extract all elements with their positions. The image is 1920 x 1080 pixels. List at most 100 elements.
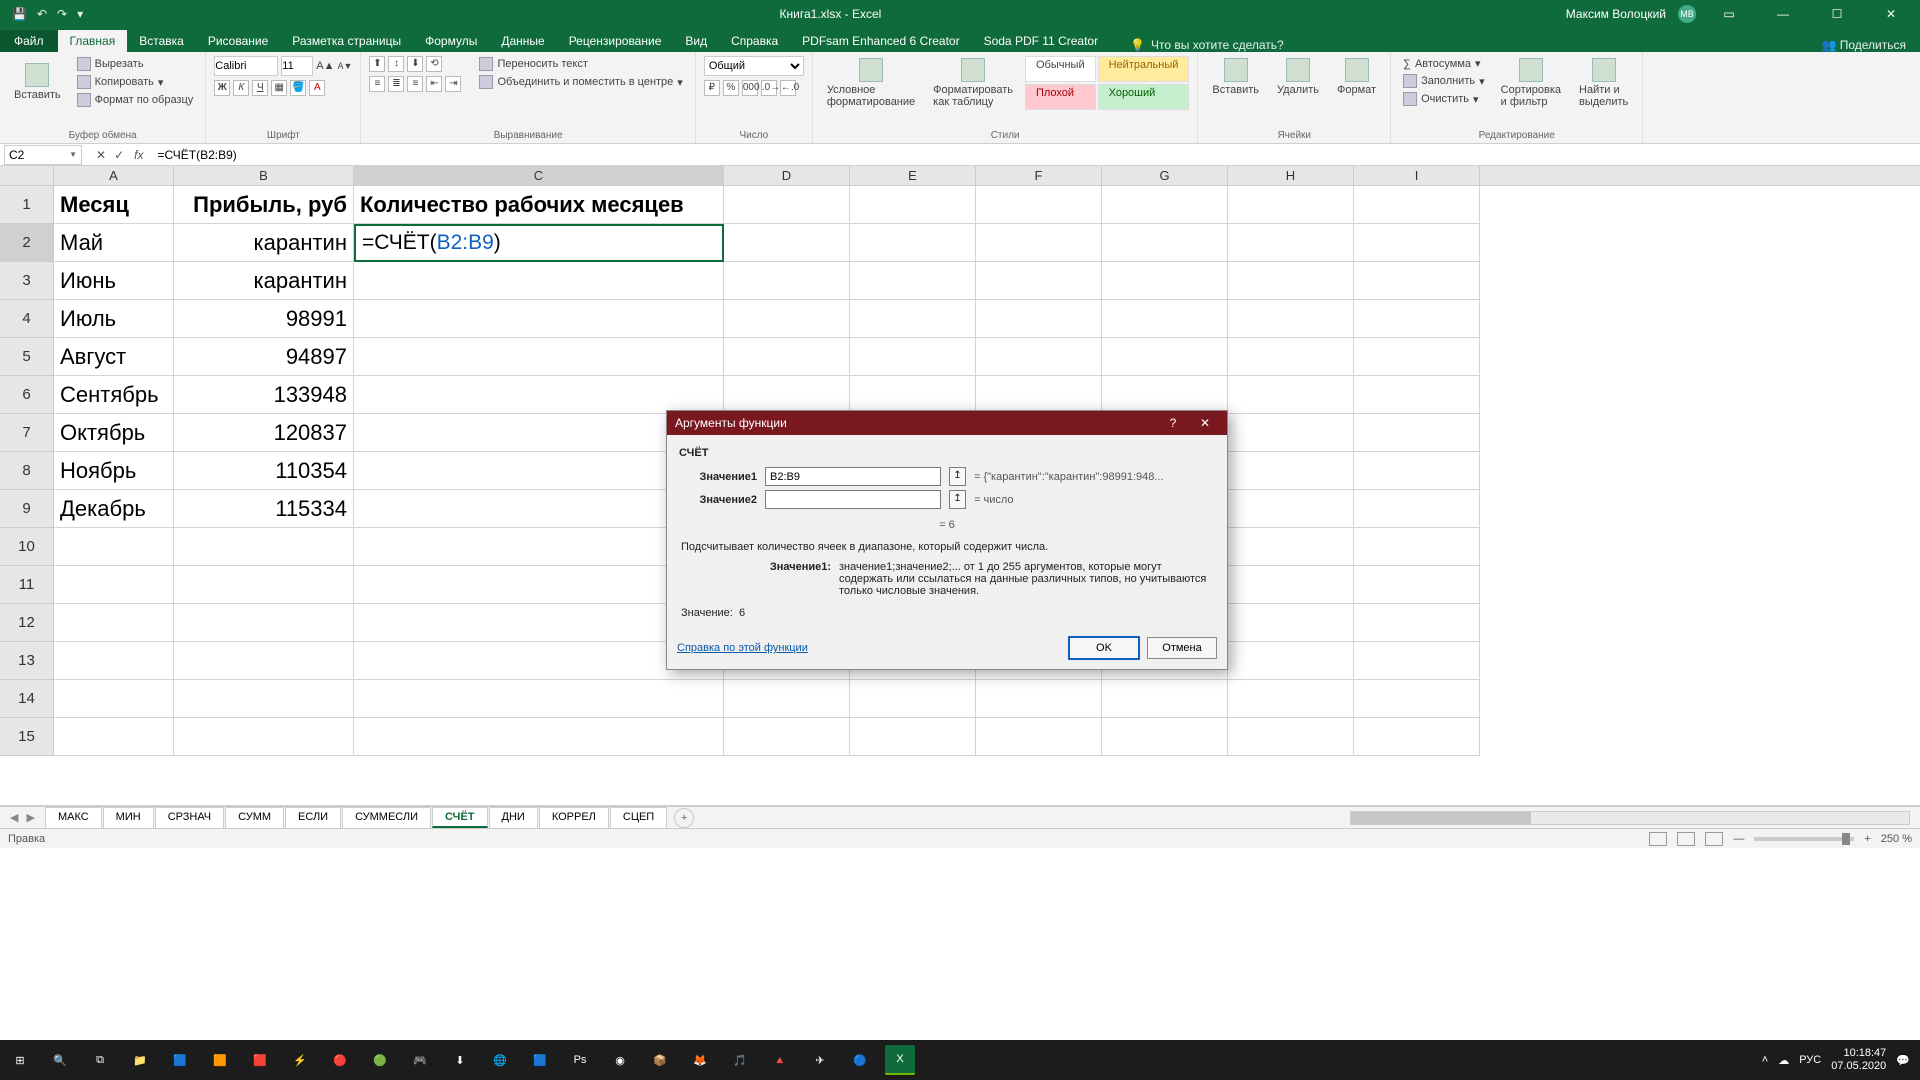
cell[interactable]	[354, 338, 724, 376]
bold-button[interactable]: Ж	[214, 80, 230, 96]
cell[interactable]: Август	[54, 338, 174, 376]
format-as-table-button[interactable]: Форматировать как таблицу	[927, 56, 1019, 110]
cell[interactable]	[174, 642, 354, 680]
page-layout-view-icon[interactable]	[1677, 832, 1695, 846]
cell[interactable]	[174, 566, 354, 604]
cell[interactable]	[976, 300, 1102, 338]
cell[interactable]	[54, 566, 174, 604]
ribbon-options-icon[interactable]: ▭	[1708, 0, 1750, 28]
copy-button[interactable]: Копировать ▾	[73, 74, 198, 90]
fx-icon[interactable]: fx	[134, 148, 151, 162]
cell[interactable]: 98991	[174, 300, 354, 338]
arg2-range-picker-icon[interactable]: ↥	[949, 490, 966, 509]
cell[interactable]	[1354, 566, 1480, 604]
cell[interactable]	[850, 300, 976, 338]
cell[interactable]	[976, 718, 1102, 756]
cell[interactable]	[976, 262, 1102, 300]
cell[interactable]	[724, 680, 850, 718]
tell-me[interactable]: 💡 Что вы хотите сделать?	[1130, 38, 1284, 52]
cell[interactable]: 120837	[174, 414, 354, 452]
cell[interactable]: Июнь	[54, 262, 174, 300]
cell[interactable]: Количество рабочих месяцев	[354, 186, 724, 224]
col-header-G[interactable]: G	[1102, 166, 1228, 185]
app-icon[interactable]: 🟦	[165, 1045, 195, 1075]
tab-review[interactable]: Рецензирование	[557, 30, 674, 52]
cell[interactable]	[1228, 452, 1354, 490]
excel-icon[interactable]: X	[885, 1045, 915, 1075]
row-header[interactable]: 12	[0, 604, 54, 642]
app-icon[interactable]: 📦	[645, 1045, 675, 1075]
sheet-nav-prev-icon[interactable]: ◀	[10, 811, 18, 824]
underline-button[interactable]: Ч	[252, 80, 268, 96]
start-button[interactable]: ⊞	[5, 1045, 35, 1075]
cell[interactable]	[54, 642, 174, 680]
row-header[interactable]: 15	[0, 718, 54, 756]
merge-center-button[interactable]: Объединить и поместить в центре ▾	[475, 74, 686, 90]
align-left-icon[interactable]: ≡	[369, 76, 385, 92]
arg1-input[interactable]	[765, 467, 941, 486]
cell[interactable]	[1354, 224, 1480, 262]
cell[interactable]	[54, 528, 174, 566]
grow-font-icon[interactable]: A▲	[316, 60, 334, 72]
cell[interactable]	[354, 718, 724, 756]
cell[interactable]	[1102, 376, 1228, 414]
col-header-A[interactable]: A	[54, 166, 174, 185]
dialog-close-button[interactable]: ✕	[1191, 413, 1219, 433]
sheet-tab[interactable]: СУММЕСЛИ	[342, 807, 431, 828]
sort-filter-button[interactable]: Сортировка и фильтр	[1495, 56, 1567, 110]
cell[interactable]	[850, 186, 976, 224]
row-header[interactable]: 14	[0, 680, 54, 718]
inc-decimal-icon[interactable]: .0→	[761, 80, 777, 96]
app-icon[interactable]: 🔴	[325, 1045, 355, 1075]
currency-icon[interactable]: ₽	[704, 80, 720, 96]
format-painter-button[interactable]: Формат по образцу	[73, 92, 198, 108]
tab-file[interactable]: Файл	[0, 30, 58, 52]
cell[interactable]	[1228, 604, 1354, 642]
row-header[interactable]: 8	[0, 452, 54, 490]
cell[interactable]	[1354, 680, 1480, 718]
col-header-I[interactable]: I	[1354, 166, 1480, 185]
cell[interactable]	[850, 376, 976, 414]
orientation-icon[interactable]: ⟲	[426, 56, 442, 72]
tray-notifications-icon[interactable]: 💬	[1896, 1054, 1910, 1067]
cell[interactable]	[1354, 490, 1480, 528]
cell[interactable]	[1228, 338, 1354, 376]
horizontal-scrollbar[interactable]	[694, 811, 1920, 825]
normal-view-icon[interactable]	[1649, 832, 1667, 846]
row-header[interactable]: 5	[0, 338, 54, 376]
tray-lang[interactable]: РУС	[1799, 1054, 1821, 1066]
dialog-help-button[interactable]: ?	[1159, 413, 1187, 433]
sheet-tab[interactable]: МИН	[103, 807, 154, 828]
cell[interactable]	[1354, 186, 1480, 224]
page-break-view-icon[interactable]	[1705, 832, 1723, 846]
sheet-tab[interactable]: СУММ	[225, 807, 284, 828]
row-header[interactable]: 1	[0, 186, 54, 224]
cell[interactable]	[54, 604, 174, 642]
delete-cells-button[interactable]: Удалить	[1271, 56, 1325, 98]
redo-icon[interactable]: ↷	[57, 7, 67, 21]
align-top-icon[interactable]: ⬆	[369, 56, 385, 72]
cell[interactable]: Месяц	[54, 186, 174, 224]
align-right-icon[interactable]: ≡	[407, 76, 423, 92]
cell[interactable]: 115334	[174, 490, 354, 528]
cell[interactable]: Октябрь	[54, 414, 174, 452]
tab-page-layout[interactable]: Разметка страницы	[280, 30, 413, 52]
cell[interactable]	[1354, 452, 1480, 490]
tray-chevron-icon[interactable]: ˄	[1762, 1054, 1768, 1066]
italic-button[interactable]: К	[233, 80, 249, 96]
cancel-formula-icon[interactable]: ✕	[96, 148, 106, 162]
cell[interactable]	[1228, 566, 1354, 604]
font-color-button[interactable]: A	[309, 80, 325, 96]
steam-icon[interactable]: ◉	[605, 1045, 635, 1075]
cut-button[interactable]: Вырезать	[73, 56, 198, 72]
arg1-range-picker-icon[interactable]: ↥	[949, 467, 966, 486]
app-icon[interactable]: 🟢	[365, 1045, 395, 1075]
chrome-icon[interactable]: 🔵	[845, 1045, 875, 1075]
cell[interactable]	[1102, 300, 1228, 338]
col-header-B[interactable]: B	[174, 166, 354, 185]
firefox-icon[interactable]: 🦊	[685, 1045, 715, 1075]
cell[interactable]	[1228, 376, 1354, 414]
tray-clock[interactable]: 10:18:47 07.05.2020	[1831, 1047, 1886, 1073]
indent-inc-icon[interactable]: ⇥	[445, 76, 461, 92]
file-explorer-icon[interactable]: 📁	[125, 1045, 155, 1075]
